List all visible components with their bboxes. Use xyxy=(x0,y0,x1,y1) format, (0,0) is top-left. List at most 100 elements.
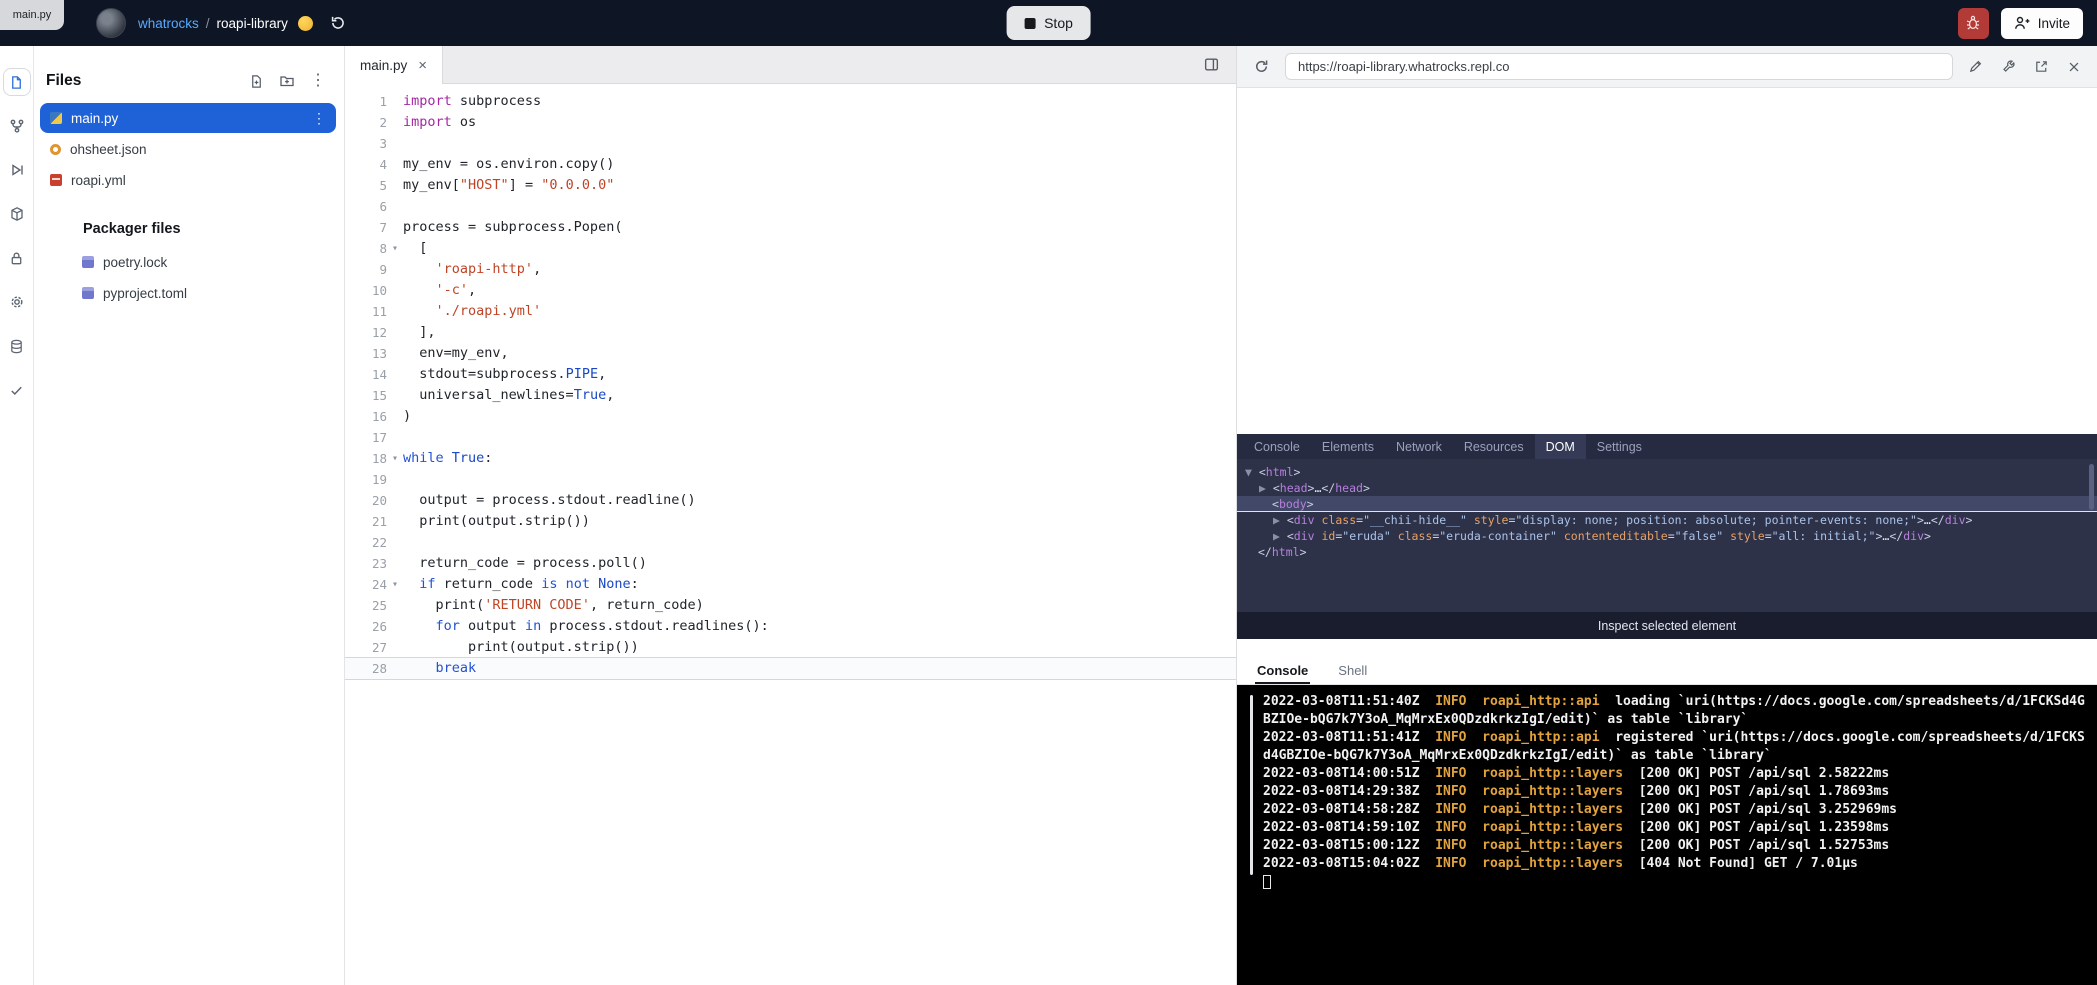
close-tab-icon[interactable]: × xyxy=(418,57,427,74)
devtools-tab-elements[interactable]: Elements xyxy=(1311,434,1385,459)
code-line-24: 24▾ if return_code is not None: xyxy=(345,574,1236,595)
fold-toggle-icon[interactable]: ▾ xyxy=(387,238,403,259)
code-token: stdout=subprocess. xyxy=(403,366,566,382)
log-token: 2022-03-08T11:51:40Z xyxy=(1263,694,1420,709)
dom-token: … xyxy=(1924,513,1931,527)
devtools-tab-dom[interactable]: DOM xyxy=(1535,434,1586,459)
new-folder-button[interactable] xyxy=(279,73,295,89)
dom-token: ▶ xyxy=(1273,513,1287,527)
line-number: 26 xyxy=(345,616,387,637)
log-token: 2022-03-08T15:00:12Z xyxy=(1263,838,1420,853)
dom-node[interactable]: </html> xyxy=(1237,544,2097,560)
dom-node[interactable]: ▶ <div class="__chii-hide__" style="disp… xyxy=(1237,512,2097,528)
dom-token: < xyxy=(1287,529,1294,543)
version-control-tool[interactable] xyxy=(0,104,34,148)
line-number: 12 xyxy=(345,322,387,343)
dom-node[interactable]: <body> xyxy=(1237,496,2097,512)
devtools-tab-resources[interactable]: Resources xyxy=(1453,434,1535,459)
log-token: roapi_http::api xyxy=(1482,694,1599,709)
log-token: [404 Not Found] GET / 7.01µs xyxy=(1623,856,1858,871)
packages-tool[interactable] xyxy=(0,192,34,236)
code-token: : xyxy=(631,576,639,592)
packager-files-title: Packager files xyxy=(83,221,344,237)
code-text: stdout=subprocess.PIPE, xyxy=(403,364,606,385)
file-item-main.py[interactable]: main.py⋮ xyxy=(40,103,336,133)
file-item-pyproject.toml[interactable]: pyproject.toml xyxy=(72,278,336,308)
dom-token: div xyxy=(1903,529,1924,543)
dom-token: ▶ xyxy=(1273,529,1287,543)
file-options-icon[interactable]: ⋮ xyxy=(312,110,326,127)
dom-node[interactable]: ▶ <div id="eruda" class="eruda-container… xyxy=(1237,528,2097,544)
console-tab-console[interactable]: Console xyxy=(1255,657,1310,684)
run-tool[interactable] xyxy=(0,148,34,192)
code-editor[interactable]: 1import subprocess2import os34my_env = o… xyxy=(345,84,1236,985)
log-token: roapi_http::layers xyxy=(1482,820,1623,835)
dom-token: ▼ xyxy=(1245,465,1259,479)
fold-toggle-icon xyxy=(387,196,403,217)
dom-token: style xyxy=(1467,513,1509,527)
line-number: 4 xyxy=(345,154,387,175)
dom-token: > xyxy=(1917,513,1924,527)
editor-tab-main-py[interactable]: main.py × xyxy=(345,46,443,84)
line-number: 25 xyxy=(345,595,387,616)
right-pane: ConsoleElementsNetworkResourcesDOMSettin… xyxy=(1237,46,2097,985)
file-item-poetry.lock[interactable]: poetry.lock xyxy=(72,247,336,277)
files-tool[interactable] xyxy=(0,60,34,104)
breadcrumb-username[interactable]: whatrocks xyxy=(138,16,199,31)
line-number: 28 xyxy=(345,658,387,679)
dom-token: div xyxy=(1294,529,1315,543)
new-file-button[interactable] xyxy=(249,74,264,89)
breadcrumb-repl-name[interactable]: roapi-library xyxy=(217,16,288,31)
edit-url-button[interactable] xyxy=(1964,55,1987,78)
dom-node[interactable]: ▼ <html> xyxy=(1237,464,2097,480)
avatar[interactable] xyxy=(96,8,126,38)
code-text: env=my_env, xyxy=(403,343,509,364)
log-token xyxy=(1467,838,1483,853)
browser-tab-label: main.py xyxy=(13,9,52,21)
browser-tab[interactable]: main.py xyxy=(0,0,64,30)
fold-toggle-icon[interactable]: ▾ xyxy=(387,448,403,469)
file-item-roapi.yml[interactable]: roapi.yml xyxy=(40,165,336,195)
code-token: os xyxy=(452,114,476,130)
devtools-tab-network[interactable]: Network xyxy=(1385,434,1453,459)
open-external-button[interactable] xyxy=(2030,55,2053,78)
checks-tool[interactable] xyxy=(0,368,34,412)
console-output[interactable]: 2022-03-08T11:51:40Z INFO roapi_http::ap… xyxy=(1237,685,2097,985)
history-icon[interactable] xyxy=(325,10,351,36)
code-line-8: 8▾ [ xyxy=(345,238,1236,259)
dom-token: < xyxy=(1272,497,1279,511)
console-log-line: 2022-03-08T11:51:41Z INFO roapi_http::ap… xyxy=(1263,729,2089,765)
devtools-scrollbar[interactable] xyxy=(2089,464,2094,510)
layout-toggle-button[interactable] xyxy=(1199,52,1224,77)
line-number: 15 xyxy=(345,385,387,406)
code-line-1: 1import subprocess xyxy=(345,91,1236,112)
json-file-icon xyxy=(50,144,61,155)
settings-tool[interactable] xyxy=(0,280,34,324)
code-token: import xyxy=(403,114,452,130)
code-token: print(output.strip()) xyxy=(403,639,639,655)
stop-button[interactable]: Stop xyxy=(1006,6,1091,40)
new-folder-icon xyxy=(279,73,295,89)
database-tool[interactable] xyxy=(0,324,34,368)
devtools-tab-console[interactable]: Console xyxy=(1243,434,1311,459)
close-webview-button[interactable] xyxy=(2063,56,2085,78)
bug-report-button[interactable] xyxy=(1958,8,1989,39)
code-line-4: 4my_env = os.environ.copy() xyxy=(345,154,1236,175)
refresh-button[interactable] xyxy=(1249,54,1274,79)
file-item-ohsheet.json[interactable]: ohsheet.json xyxy=(40,134,336,164)
inspect-selected-element-button[interactable]: Inspect selected element xyxy=(1237,612,2097,639)
files-menu-icon[interactable]: ⋮ xyxy=(310,73,326,89)
packages-icon xyxy=(9,206,25,222)
log-token: roapi_http::layers xyxy=(1482,838,1623,853)
fold-toggle-icon xyxy=(387,385,403,406)
console-scrollbar[interactable] xyxy=(1250,695,1253,875)
url-input[interactable] xyxy=(1285,53,1953,80)
devtools-button[interactable] xyxy=(1997,55,2020,78)
secrets-tool[interactable] xyxy=(0,236,34,280)
devtools-tab-settings[interactable]: Settings xyxy=(1586,434,1653,459)
webview-content[interactable] xyxy=(1237,88,2097,434)
dom-node[interactable]: ▶ <head>…</head> xyxy=(1237,480,2097,496)
fold-toggle-icon[interactable]: ▾ xyxy=(387,574,403,595)
console-tab-shell[interactable]: Shell xyxy=(1336,657,1369,684)
invite-button[interactable]: Invite xyxy=(2001,8,2083,39)
